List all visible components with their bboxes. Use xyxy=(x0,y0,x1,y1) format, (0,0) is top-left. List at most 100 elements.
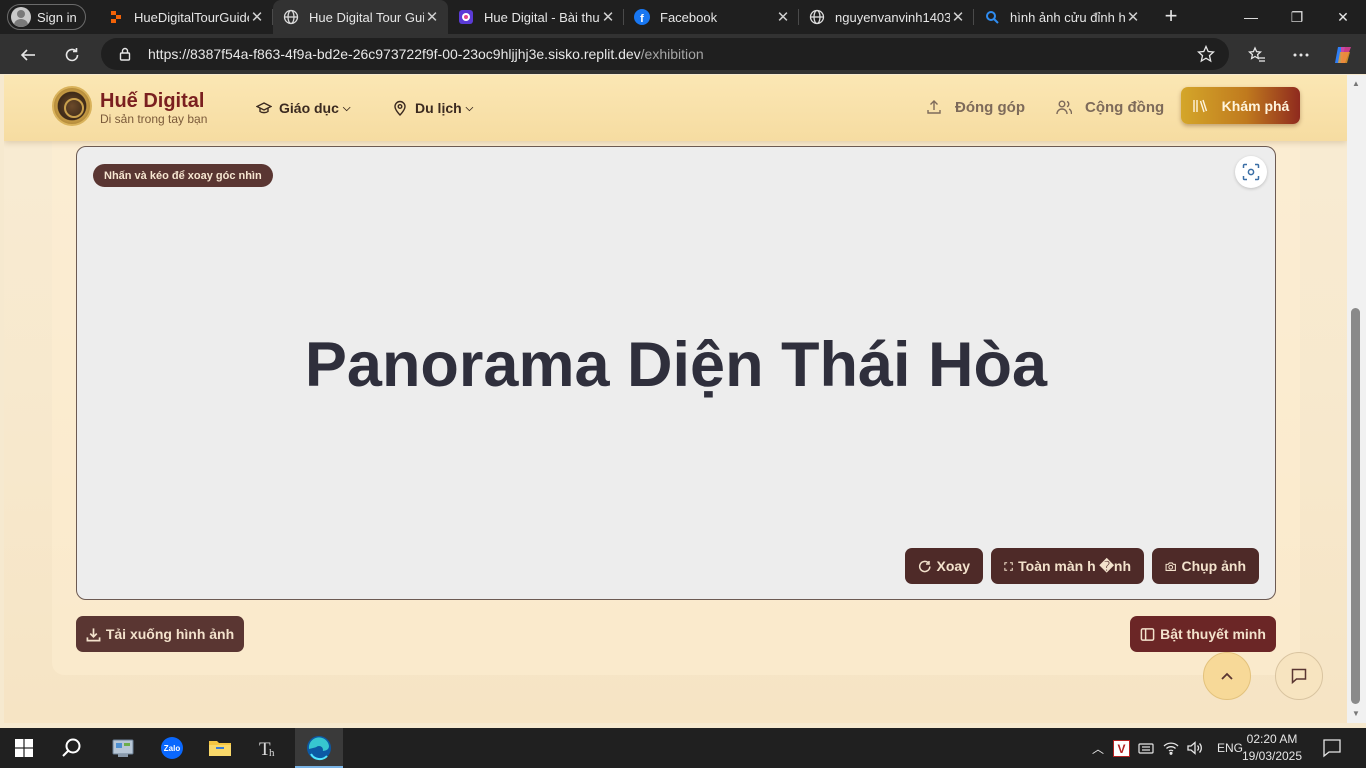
tab-nguyenvanvinh[interactable]: nguyenvanvinh1403's ✕ xyxy=(799,0,974,34)
taskbar-app-th[interactable]: Th xyxy=(245,728,293,768)
svg-text:h: h xyxy=(269,747,275,759)
close-tab-icon[interactable]: ✕ xyxy=(600,8,616,26)
tab-facebook[interactable]: f Facebook ✕ xyxy=(624,0,799,34)
nav-contribute[interactable]: Đóng góp xyxy=(926,97,1025,117)
favorite-star-icon[interactable] xyxy=(1196,44,1216,63)
taskbar-control-panel[interactable] xyxy=(99,728,147,768)
taskbar-clock[interactable]: 02:20 AM 19/03/2025 xyxy=(1240,731,1304,765)
scrollbar-thumb[interactable] xyxy=(1351,308,1360,704)
screenshot-icon-button[interactable] xyxy=(1235,156,1267,188)
narration-button[interactable]: Bật thuyết minh xyxy=(1130,616,1276,652)
hue-digital-logo[interactable] xyxy=(52,86,92,126)
tab-search-results[interactable]: hình ảnh cửu đỉnh huế ✕ xyxy=(974,0,1149,34)
windows-taskbar: Zalo Th ︿ V ENG 02:20 AM 19/03/2025 xyxy=(0,728,1366,768)
new-tab-button[interactable]: + xyxy=(1160,5,1182,28)
fullscreen-button[interactable]: Toàn màn h �nh xyxy=(991,548,1144,584)
close-tab-icon[interactable]: ✕ xyxy=(424,8,440,26)
more-options-icon[interactable] xyxy=(1287,41,1315,69)
tab-title: nguyenvanvinh1403's xyxy=(835,9,950,25)
ime-keyboard-icon[interactable] xyxy=(1138,740,1154,756)
tab-title: Hue Digital - Bài thuyết xyxy=(484,9,600,25)
vietkey-icon[interactable]: V xyxy=(1113,739,1130,757)
text-app-icon: Th xyxy=(259,739,275,759)
close-tab-icon[interactable]: ✕ xyxy=(950,8,966,26)
scan-camera-icon xyxy=(1242,163,1260,181)
nav-community[interactable]: Cộng đồng xyxy=(1056,97,1164,117)
nav-education[interactable]: Giáo dục ⌵ xyxy=(256,98,351,118)
wifi-icon[interactable] xyxy=(1163,741,1179,755)
fullscreen-label: Toàn màn h �nh xyxy=(1018,557,1131,574)
scroll-up-arrow-icon[interactable]: ▲ xyxy=(1351,79,1361,89)
nav-contribute-label: Đóng góp xyxy=(955,98,1025,116)
edge-browser-icon xyxy=(307,736,331,761)
tab-huedigitaltourguide[interactable]: HueDigitalTourGuide ✕ xyxy=(98,0,273,34)
back-button[interactable] xyxy=(14,41,42,69)
close-tab-icon[interactable]: ✕ xyxy=(775,8,791,26)
sign-in-label: Sign in xyxy=(37,9,77,25)
profile-avatar-icon xyxy=(11,7,31,27)
rotate-label: Xoay xyxy=(936,558,970,574)
users-icon xyxy=(1056,100,1072,115)
nav-travel-label: Du lịch xyxy=(415,100,462,116)
panorama-viewer[interactable]: Nhấn và kéo để xoay góc nhìn Panorama Di… xyxy=(76,146,1276,600)
brand-name[interactable]: Huế Digital xyxy=(100,90,204,113)
explore-button[interactable]: Khám phá xyxy=(1181,87,1300,124)
taskbar-zalo[interactable]: Zalo xyxy=(148,728,196,768)
chevron-down-icon: ⌵ xyxy=(342,102,351,114)
close-tab-icon[interactable]: ✕ xyxy=(249,8,265,26)
url-path: /exhibition xyxy=(640,46,704,62)
address-bar[interactable]: https://8387f54a-f863-4f9a-bd2e-26c97372… xyxy=(101,38,1229,70)
browser-tab-bar: Sign in HueDigitalTourGuide ✕ Hue Digita… xyxy=(0,0,1366,34)
app-shield-icon xyxy=(458,9,474,25)
taskbar-search-button[interactable] xyxy=(48,728,96,768)
clock-date: 19/03/2025 xyxy=(1241,749,1303,763)
globe-icon xyxy=(809,9,825,25)
volume-icon[interactable] xyxy=(1187,741,1203,755)
scroll-to-top-button[interactable] xyxy=(1203,652,1251,700)
nav-travel[interactable]: Du lịch ⌵ xyxy=(392,98,473,118)
notification-center-icon[interactable] xyxy=(1321,737,1343,759)
site-info-icon[interactable] xyxy=(118,47,132,61)
narration-label: Bật thuyết minh xyxy=(1160,626,1266,642)
fullscreen-icon xyxy=(1004,561,1013,571)
taskbar-file-explorer[interactable] xyxy=(196,728,244,768)
rotate-button[interactable]: Xoay xyxy=(905,548,983,584)
chevron-up-icon xyxy=(1221,672,1233,680)
download-image-button[interactable]: Tải xuống hình ảnh xyxy=(76,616,244,652)
tab-hue-digital-tour-guide[interactable]: Hue Digital Tour Guide ✕ xyxy=(273,0,448,34)
minimize-button[interactable]: — xyxy=(1228,0,1274,34)
start-button[interactable] xyxy=(0,728,48,768)
chat-button[interactable] xyxy=(1275,652,1323,700)
restore-button[interactable]: ❐ xyxy=(1274,0,1320,34)
capture-label: Chụp ảnh xyxy=(1181,558,1246,574)
favorites-icon[interactable] xyxy=(1243,41,1271,69)
library-icon xyxy=(1192,99,1207,112)
close-tab-icon[interactable]: ✕ xyxy=(1125,8,1141,26)
search-icon xyxy=(984,9,1000,25)
tab-title: hình ảnh cửu đỉnh huế xyxy=(1010,9,1125,25)
globe-icon xyxy=(283,9,299,25)
close-window-button[interactable]: ✕ xyxy=(1320,0,1366,34)
copilot-icon[interactable] xyxy=(1329,41,1357,69)
brand-tagline: Di sản trong tay bạn xyxy=(100,112,208,126)
upload-icon xyxy=(927,100,941,114)
taskbar-edge[interactable] xyxy=(295,728,343,768)
sign-in-button[interactable]: Sign in xyxy=(7,4,86,30)
show-hidden-icons-chevron-icon[interactable]: ︿ xyxy=(1089,740,1107,757)
site-header: Huế Digital Di sản trong tay bạn Giáo dụ… xyxy=(4,75,1347,141)
page-scrollbar[interactable]: ▲ ▼ xyxy=(1347,75,1366,723)
svg-text:f: f xyxy=(640,13,644,25)
folder-icon xyxy=(209,741,231,756)
capture-button[interactable]: Chụp ảnh xyxy=(1152,548,1259,584)
map-pin-icon xyxy=(394,100,406,116)
tab-hue-digital-presentation[interactable]: Hue Digital - Bài thuyết ✕ xyxy=(448,0,624,34)
graduation-cap-icon xyxy=(256,102,272,114)
chevron-down-icon: ⌵ xyxy=(465,102,474,114)
system-tray: ︿ V ENG xyxy=(1089,728,1243,768)
download-label: Tải xuống hình ảnh xyxy=(105,626,235,642)
scroll-down-arrow-icon[interactable]: ▼ xyxy=(1351,709,1361,719)
nav-education-label: Giáo dục xyxy=(279,100,339,116)
reload-button[interactable] xyxy=(58,41,86,69)
page-content: Huế Digital Di sản trong tay bạn Giáo dụ… xyxy=(4,75,1347,723)
tab-title: Hue Digital Tour Guide xyxy=(309,9,424,25)
